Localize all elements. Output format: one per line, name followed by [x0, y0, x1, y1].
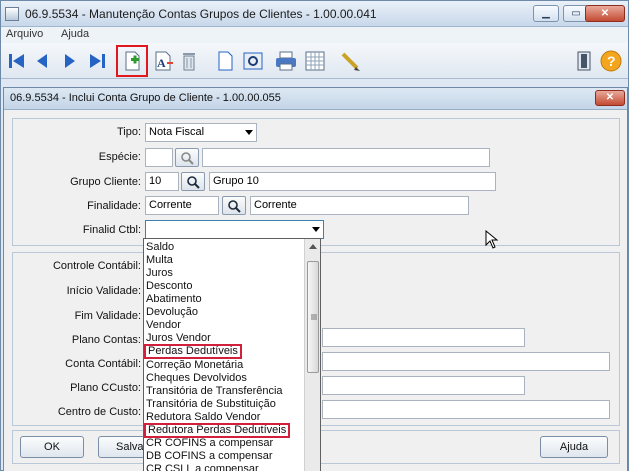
pencil-icon[interactable]	[338, 48, 362, 74]
inicio-validade-label: Início Validade:	[66, 285, 141, 297]
dropdown-option-saldo[interactable]: Saldo	[146, 241, 174, 254]
scrollbar-thumb[interactable]	[307, 261, 319, 373]
ajuda-button[interactable]: Ajuda	[540, 436, 608, 458]
menu-arquivo[interactable]: Arquivo	[6, 28, 43, 40]
dropdown-option-desconto[interactable]: Desconto	[146, 280, 192, 293]
dialog-close-button[interactable]: ✕	[595, 90, 625, 106]
preview-icon[interactable]	[241, 48, 265, 74]
plano-contas-label: Plano Contas:	[71, 334, 141, 346]
dropdown-option-transitoria-substituicao[interactable]: Transitória de Substituição	[146, 398, 276, 411]
centro-custo-label: Centro de Custo:	[57, 406, 141, 418]
svg-text:A: A	[157, 56, 166, 70]
dialog-title-bar: 06.9.5534 - Inclui Conta Grupo de Client…	[4, 88, 627, 110]
close-window-button[interactable]: ✕	[585, 5, 625, 22]
window-title-bar: 06.9.5534 - Manutenção Contas Grupos de …	[1, 1, 628, 27]
document-icon[interactable]	[213, 48, 237, 74]
grupo-cliente-search-button[interactable]	[181, 172, 205, 191]
especie-code-field[interactable]	[145, 148, 173, 167]
edit-icon[interactable]: A	[151, 48, 175, 74]
tipo-select[interactable]: Nota Fiscal	[145, 123, 257, 142]
dropdown-option-cheques-devolvidos[interactable]: Cheques Devolvidos	[146, 372, 247, 385]
plano-ccusto-desc-field[interactable]	[322, 376, 525, 395]
ok-button[interactable]: OK	[20, 436, 84, 458]
finalidade-search-button[interactable]	[222, 196, 246, 215]
dropdown-option-perdas-dedutiveis[interactable]: Perdas Dedutíveis	[144, 344, 242, 359]
dropdown-option-db-cofins[interactable]: DB COFINS a compensar	[146, 450, 273, 463]
finalidade-code-field[interactable]: Corrente	[145, 196, 219, 215]
finalidade-label: Finalidade:	[87, 200, 141, 212]
finalid-ctbl-dropdown-list: Saldo Multa Juros Desconto Abatimento De…	[143, 238, 321, 471]
fim-validade-label: Fim Validade:	[74, 310, 141, 322]
menu-bar: Arquivo Ajuda	[1, 27, 628, 43]
dropdown-scrollbar[interactable]	[304, 239, 320, 471]
centro-custo-desc-field[interactable]	[322, 400, 610, 419]
tipo-label: Tipo:	[116, 126, 141, 138]
exit-icon[interactable]	[572, 48, 596, 74]
search-icon	[181, 151, 194, 165]
grupo-cliente-desc-field[interactable]: Grupo 10	[209, 172, 496, 191]
dropdown-option-multa[interactable]: Multa	[146, 254, 173, 267]
dropdown-option-devolucao[interactable]: Devolução	[146, 306, 198, 319]
conta-contabil-label: Conta Contábil:	[65, 358, 141, 370]
toolbar: A ?	[1, 43, 628, 79]
tipo-value: Nota Fiscal	[149, 126, 205, 138]
print-icon[interactable]	[274, 48, 298, 74]
dropdown-option-transitoria-transferencia[interactable]: Transitória de Transferência	[146, 385, 283, 398]
app-icon	[5, 7, 19, 21]
plano-contas-desc-field[interactable]	[322, 328, 525, 347]
finalidade-desc-field[interactable]: Corrente	[250, 196, 469, 215]
finalid-ctbl-select[interactable]	[145, 220, 324, 239]
minimize-button[interactable]: ▁	[533, 5, 559, 22]
dropdown-option-cr-csll[interactable]: CR CSLL a compensar	[146, 463, 259, 471]
svg-text:?: ?	[607, 53, 616, 69]
especie-desc-field[interactable]	[202, 148, 490, 167]
dialog-title: 06.9.5534 - Inclui Conta Grupo de Client…	[10, 92, 281, 104]
dropdown-option-correcao-monetaria[interactable]: Correção Monetária	[146, 359, 243, 372]
first-icon[interactable]	[5, 48, 29, 74]
grip-icon	[311, 314, 317, 320]
chevron-down-icon	[245, 130, 253, 135]
last-icon[interactable]	[85, 48, 109, 74]
scroll-up-icon[interactable]	[309, 244, 317, 249]
mouse-cursor-icon	[485, 230, 499, 249]
new-record-icon[interactable]	[116, 45, 148, 77]
menu-ajuda[interactable]: Ajuda	[61, 28, 89, 40]
dropdown-option-juros[interactable]: Juros	[146, 267, 173, 280]
grupo-cliente-code-field[interactable]: 10	[145, 172, 179, 191]
finalid-ctbl-label: Finalid Ctbl:	[82, 224, 141, 236]
especie-search-button[interactable]	[175, 148, 199, 167]
prev-icon[interactable]	[30, 48, 54, 74]
dropdown-option-vendor[interactable]: Vendor	[146, 319, 181, 332]
chevron-down-icon	[312, 227, 320, 232]
grid-icon[interactable]	[303, 48, 327, 74]
delete-icon[interactable]	[177, 48, 201, 74]
next-icon[interactable]	[58, 48, 82, 74]
dropdown-option-cr-cofins[interactable]: CR COFINS a compensar	[146, 437, 273, 450]
window-title: 06.9.5534 - Manutenção Contas Grupos de …	[25, 7, 377, 21]
grupo-cliente-label: Grupo Cliente:	[70, 176, 141, 188]
main-window: 06.9.5534 - Manutenção Contas Grupos de …	[0, 0, 629, 471]
help-icon[interactable]: ?	[599, 48, 623, 74]
controle-contabil-label: Controle Contábil:	[52, 260, 141, 272]
dropdown-option-abatimento[interactable]: Abatimento	[146, 293, 202, 306]
especie-label: Espécie:	[98, 151, 141, 163]
conta-contabil-desc-field[interactable]	[322, 352, 610, 371]
search-icon	[228, 199, 241, 213]
plano-ccusto-label: Plano CCusto:	[70, 382, 141, 394]
dropdown-option-redutora-perdas-dedutiveis[interactable]: Redutora Perdas Dedutíveis	[144, 423, 291, 438]
search-icon	[187, 175, 200, 189]
